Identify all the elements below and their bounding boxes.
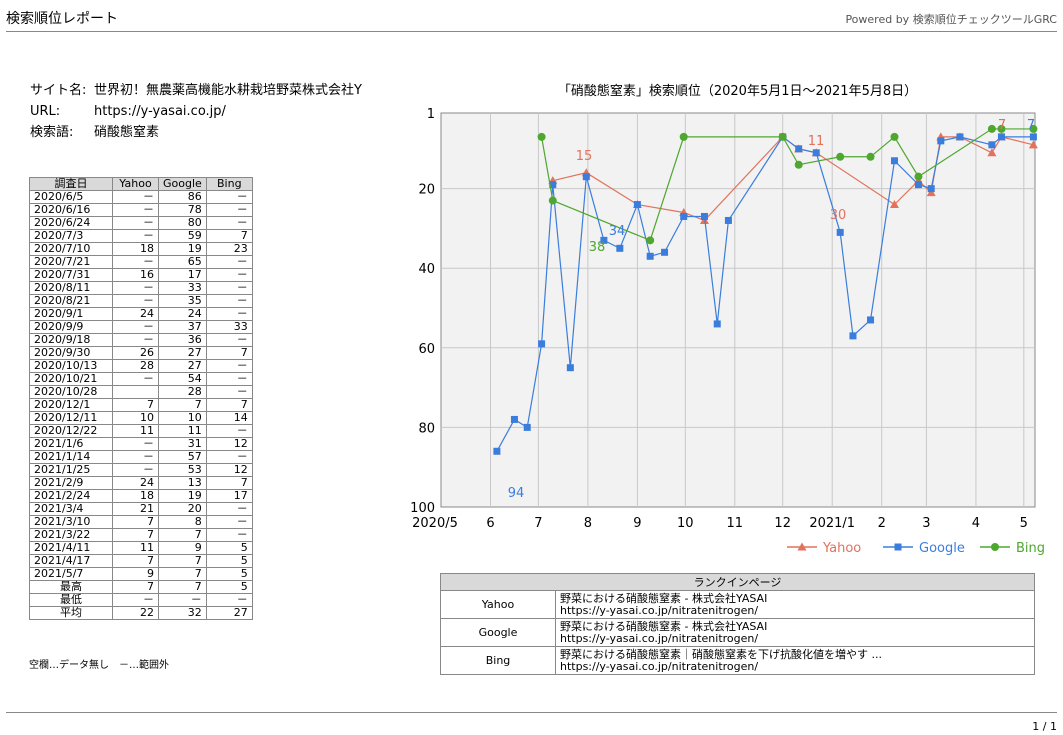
bing-point bbox=[890, 132, 899, 141]
bing-legend-marker bbox=[991, 543, 999, 551]
google-point bbox=[812, 149, 820, 157]
google-point bbox=[867, 316, 875, 324]
google-point bbox=[661, 248, 669, 256]
google-point bbox=[582, 173, 590, 181]
plot-area bbox=[440, 112, 1036, 508]
x-tick-label: 5 bbox=[1020, 516, 1028, 531]
bing-point bbox=[866, 152, 875, 161]
x-tick-label: 12 bbox=[774, 516, 791, 531]
x-tick-label: 6 bbox=[486, 516, 494, 531]
bing-point bbox=[537, 132, 546, 141]
google-point bbox=[724, 216, 732, 224]
rankin-row-google: Google 野菜における硝酸態窒素 - 株式会社YASAI https://y-… bbox=[440, 618, 1035, 647]
rankin-page-title: 野菜における硝酸態窒素 - 株式会社YASAI bbox=[560, 591, 768, 605]
google-point bbox=[646, 252, 654, 260]
data-label: 38 bbox=[589, 240, 606, 255]
x-tick-label: 10 bbox=[677, 516, 694, 531]
x-tick-label: 9 bbox=[633, 516, 641, 531]
bing-point bbox=[836, 152, 845, 161]
y-tick-label: 60 bbox=[418, 342, 435, 357]
x-tick-label: 2020/5 bbox=[412, 516, 458, 531]
google-point bbox=[997, 133, 1005, 141]
yahoo-legend-label: Yahoo bbox=[822, 541, 861, 556]
data-label: 7 bbox=[1027, 118, 1035, 133]
x-tick-label: 4 bbox=[972, 516, 980, 531]
bing-point bbox=[794, 160, 803, 169]
google-point bbox=[633, 201, 641, 209]
google-legend-label: Google bbox=[919, 541, 965, 556]
footer-divider bbox=[6, 712, 1057, 713]
rankin-page-title: 野菜における硝酸態窒素｜硝酸態窒素を下げ抗酸化値を増やす ... bbox=[560, 647, 882, 661]
google-point bbox=[937, 137, 945, 145]
google-point bbox=[493, 447, 501, 455]
rankin-page-table: ランクインページ Yahoo 野菜における硝酸態窒素 - 株式会社YASAI ht… bbox=[440, 573, 1035, 675]
x-tick-label: 2021/1 bbox=[809, 516, 855, 531]
google-point bbox=[890, 157, 898, 165]
y-tick-label: 1 bbox=[427, 107, 435, 122]
google-point bbox=[538, 340, 546, 348]
rankin-engine: Bing bbox=[440, 646, 556, 675]
rankin-page: 野菜における硝酸態窒素｜硝酸態窒素を下げ抗酸化値を増やす ... https://… bbox=[555, 646, 1035, 675]
x-tick-label: 2 bbox=[878, 516, 886, 531]
bing-point bbox=[914, 172, 923, 181]
data-label: 34 bbox=[609, 224, 626, 239]
x-tick-label: 7 bbox=[534, 516, 542, 531]
x-tick-label: 3 bbox=[922, 516, 930, 531]
y-tick-label: 100 bbox=[410, 501, 435, 516]
bing-point bbox=[987, 124, 996, 133]
rankin-page-url[interactable]: https://y-yasai.co.jp/nitratenitrogen/ bbox=[560, 632, 1030, 645]
x-tick-label: 11 bbox=[727, 516, 744, 531]
google-point bbox=[849, 332, 857, 340]
google-point bbox=[988, 141, 996, 149]
bing-point bbox=[778, 132, 787, 141]
bing-point bbox=[548, 196, 557, 205]
x-tick-label: 8 bbox=[584, 516, 592, 531]
rankin-row-yahoo: Yahoo 野菜における硝酸態窒素 - 株式会社YASAI https://y-y… bbox=[440, 590, 1035, 619]
google-point bbox=[713, 320, 721, 328]
google-point bbox=[956, 133, 964, 141]
google-legend-marker bbox=[894, 543, 902, 551]
y-tick-label: 80 bbox=[418, 421, 435, 436]
data-label: 94 bbox=[508, 486, 525, 501]
data-label: 11 bbox=[808, 134, 825, 149]
rankin-row-bing: Bing 野菜における硝酸態窒素｜硝酸態窒素を下げ抗酸化値を増やす ... htt… bbox=[440, 646, 1035, 675]
google-point bbox=[616, 244, 624, 252]
google-point bbox=[700, 212, 708, 220]
data-label: 15 bbox=[576, 149, 593, 164]
google-point bbox=[927, 185, 935, 193]
rankin-engine: Yahoo bbox=[440, 590, 556, 619]
rankin-page: 野菜における硝酸態窒素 - 株式会社YASAI https://y-yasai.c… bbox=[555, 618, 1035, 647]
google-point bbox=[795, 145, 803, 153]
google-point bbox=[836, 228, 844, 236]
data-label: 7 bbox=[998, 118, 1006, 133]
google-point bbox=[1029, 133, 1037, 141]
bing-point bbox=[646, 236, 655, 245]
y-tick-label: 40 bbox=[418, 262, 435, 277]
google-point bbox=[566, 364, 574, 372]
google-point bbox=[523, 423, 531, 431]
google-point bbox=[510, 415, 518, 423]
rankin-page: 野菜における硝酸態窒素 - 株式会社YASAI https://y-yasai.c… bbox=[555, 590, 1035, 619]
bing-legend-label: Bing bbox=[1016, 541, 1045, 556]
page-number: 1 / 1 bbox=[1032, 720, 1057, 733]
rankin-page-header: ランクインページ bbox=[440, 573, 1035, 591]
data-label: 30 bbox=[830, 208, 847, 223]
bing-point bbox=[679, 132, 688, 141]
rankin-page-title: 野菜における硝酸態窒素 - 株式会社YASAI bbox=[560, 619, 768, 633]
rankin-engine: Google bbox=[440, 618, 556, 647]
rankin-page-url[interactable]: https://y-yasai.co.jp/nitratenitrogen/ bbox=[560, 660, 1030, 673]
google-point bbox=[914, 181, 922, 189]
y-tick-label: 20 bbox=[418, 183, 435, 198]
google-point bbox=[680, 212, 688, 220]
rankin-page-url[interactable]: https://y-yasai.co.jp/nitratenitrogen/ bbox=[560, 604, 1030, 617]
